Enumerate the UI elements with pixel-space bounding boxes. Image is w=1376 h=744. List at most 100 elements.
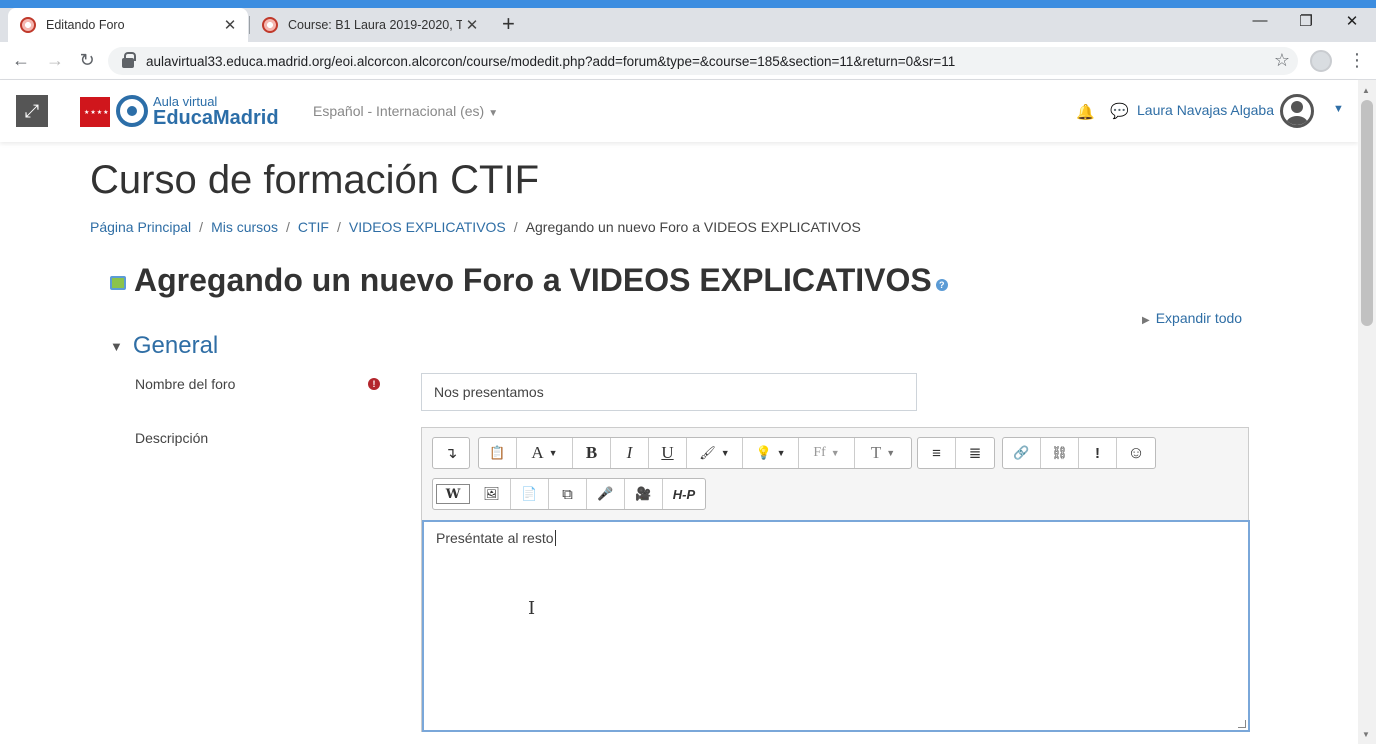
expand-all-link[interactable]: ▶ Expandir todo [1142,310,1242,326]
tab-title: Course: B1 Laura 2019-2020, Top [288,18,462,32]
maximize-button[interactable]: ❐ [1296,12,1316,30]
description-text: Preséntate al resto [436,530,554,546]
messages-icon[interactable]: 💬 [1110,102,1129,120]
font-family-dropdown[interactable]: Ff ▼ [799,438,855,468]
brush-icon: 🖌 [699,445,716,460]
tab-editando-foro[interactable]: Editando Foro ✕ [8,8,248,42]
h5p-icon[interactable]: H-P [663,479,705,509]
page-title: Curso de formación CTIF [90,158,540,202]
breadcrumb-videos[interactable]: VIDEOS EXPLICATIVOS [349,219,506,235]
video-camera-icon[interactable]: 🎥 [625,479,663,509]
toolbar-group-lists: ≡ ≣ [917,437,995,469]
font-family-icon: Ff [813,445,826,460]
microphone-icon[interactable]: 🎤 [587,479,625,509]
notifications-bell-icon[interactable]: 🔔 [1076,103,1095,121]
user-name[interactable]: Laura Navajas Algaba [1137,102,1274,118]
lightbulb-icon: 💡 [755,445,772,460]
description-label: Descripción [135,430,209,446]
font-style-icon: A [531,443,544,462]
expand-all-label: Expandir todo [1155,310,1243,326]
underline-button[interactable]: U [649,438,687,468]
avatar[interactable] [1280,94,1314,128]
caret-right-icon: ▶ [1142,315,1150,326]
text-cursor-icon: I [528,598,536,619]
forum-name-input[interactable]: Nos presentamos [421,373,917,411]
breadcrumb-separator: / [199,219,204,235]
url-bar[interactable]: aulavirtual33.educa.madrid.org/eoi.alcor… [108,47,1298,75]
section-general-toggle[interactable]: ▼ General [110,332,218,360]
user-menu-chevron-icon[interactable]: ▼ [1333,103,1344,115]
form-heading-text: Agregando un nuevo Foro a VIDEOS EXPLICA… [134,262,932,298]
media-icon[interactable]: 📄 [511,479,549,509]
language-selector[interactable]: Español - Internacional (es) ▼ [313,103,498,119]
scroll-up-icon[interactable]: ▲ [1362,86,1370,95]
tab-close-icon[interactable]: ✕ [220,16,240,34]
scroll-down-icon[interactable]: ▼ [1362,730,1370,739]
breadcrumb-separator: / [285,219,290,235]
description-textarea[interactable]: Preséntate al resto [422,520,1250,732]
text-color-dropdown[interactable]: 🖌 ▼ [687,438,743,468]
ordered-list-icon[interactable]: ≣ [956,438,994,468]
form-heading: Agregando un nuevo Foro a VIDEOS EXPLICA… [110,262,948,299]
tab-title: Editando Foro [46,18,125,32]
breadcrumb-home[interactable]: Página Principal [90,219,191,235]
url-text: aulavirtual33.educa.madrid.org/eoi.alcor… [146,53,956,69]
tab-course-b1[interactable]: Course: B1 Laura 2019-2020, Top ✕ [250,8,490,42]
description-editor: ↴ 📋 A ▼ B I U 🖌 ▼ 💡 ▼ Ff ▼ T ▼ ≡ ≣ 🔗 ⛓ ! ☺ W … [421,427,1250,732]
window-close-button[interactable]: ✕ [1342,12,1362,30]
emoticon-icon[interactable]: ☺ [1117,438,1155,468]
caret-down-icon: ▼ [110,338,123,354]
extension-icon[interactable] [1310,50,1332,72]
paste-icon[interactable]: 📋 [479,438,517,468]
chevron-down-icon: ▼ [548,448,558,458]
chevron-down-icon: ▼ [776,448,786,458]
link-icon[interactable]: 🔗 [1003,438,1041,468]
comunidad-madrid-flag-icon: ★★★★ [80,97,110,127]
image-icon[interactable]: 🖼 [473,479,511,509]
back-arrow-icon[interactable]: ← [10,50,32,71]
chevron-down-icon: ▼ [830,448,840,458]
lock-icon [122,52,136,68]
section-general-label: General [132,332,219,359]
highlight-dropdown[interactable]: 💡 ▼ [743,438,799,468]
required-icon: ! [368,378,380,390]
italic-button[interactable]: I [611,438,649,468]
breadcrumb: Página Principal / Mis cursos / CTIF / V… [90,219,861,235]
bold-button[interactable]: B [573,438,611,468]
reload-icon[interactable]: ↻ [76,50,98,71]
tab-close-icon[interactable]: ✕ [462,16,482,34]
language-label: Español - Internacional (es) [313,103,485,119]
window-accent-strip [0,0,1376,8]
browser-menu-icon[interactable]: ⋮ [1348,50,1366,71]
forward-arrow-icon[interactable]: → [44,50,66,71]
address-toolbar: ← → ↻ aulavirtual33.educa.madrid.org/eoi… [0,42,1376,80]
unordered-list-icon[interactable]: ≡ [918,438,956,468]
new-tab-button[interactable]: + [502,12,515,36]
resize-handle[interactable] [1238,720,1246,728]
help-icon[interactable]: ? [935,278,948,291]
minimize-button[interactable]: — [1250,12,1270,29]
forum-name-label: Nombre del foro [135,376,236,392]
breadcrumb-ctif[interactable]: CTIF [298,219,329,235]
educamadrid-logo-icon [116,95,148,127]
word-paste-icon[interactable]: W [436,484,470,504]
toolbar-group-style: 📋 A ▼ B I U 🖌 ▼ 💡 ▼ Ff ▼ T ▼ [478,437,912,469]
scrollbar-thumb[interactable] [1361,100,1373,326]
page-scrollbar[interactable]: ▲ ▼ [1358,80,1376,744]
unlink-icon[interactable]: ⛓ [1041,438,1079,468]
special-char-icon[interactable]: ! [1079,438,1117,468]
manage-files-icon[interactable]: ⧉ [549,479,587,509]
font-size-dropdown[interactable]: T ▼ [855,438,911,468]
browser-tab-bar: Editando Foro ✕ Course: B1 Laura 2019-20… [0,0,1376,42]
toolbar-group-links: 🔗 ⛓ ! ☺ [1002,437,1156,469]
breadcrumb-my-courses[interactable]: Mis cursos [211,219,278,235]
site-navbar: ⤢ ★★★★ Aula virtual EducaMadrid Español … [0,80,1358,142]
toolbar-toggle-icon[interactable]: ↴ [433,438,469,468]
breadcrumb-separator: / [513,219,518,235]
chevron-down-icon: ▼ [720,448,730,458]
bookmark-star-icon[interactable]: ☆ [1274,50,1290,71]
logo-line2: EducaMadrid [153,107,279,129]
fullscreen-toggle-icon[interactable]: ⤢ [16,95,48,127]
font-style-dropdown[interactable]: A ▼ [517,438,573,468]
toolbar-group-media: W 🖼 📄 ⧉ 🎤 🎥 H-P [432,478,706,510]
